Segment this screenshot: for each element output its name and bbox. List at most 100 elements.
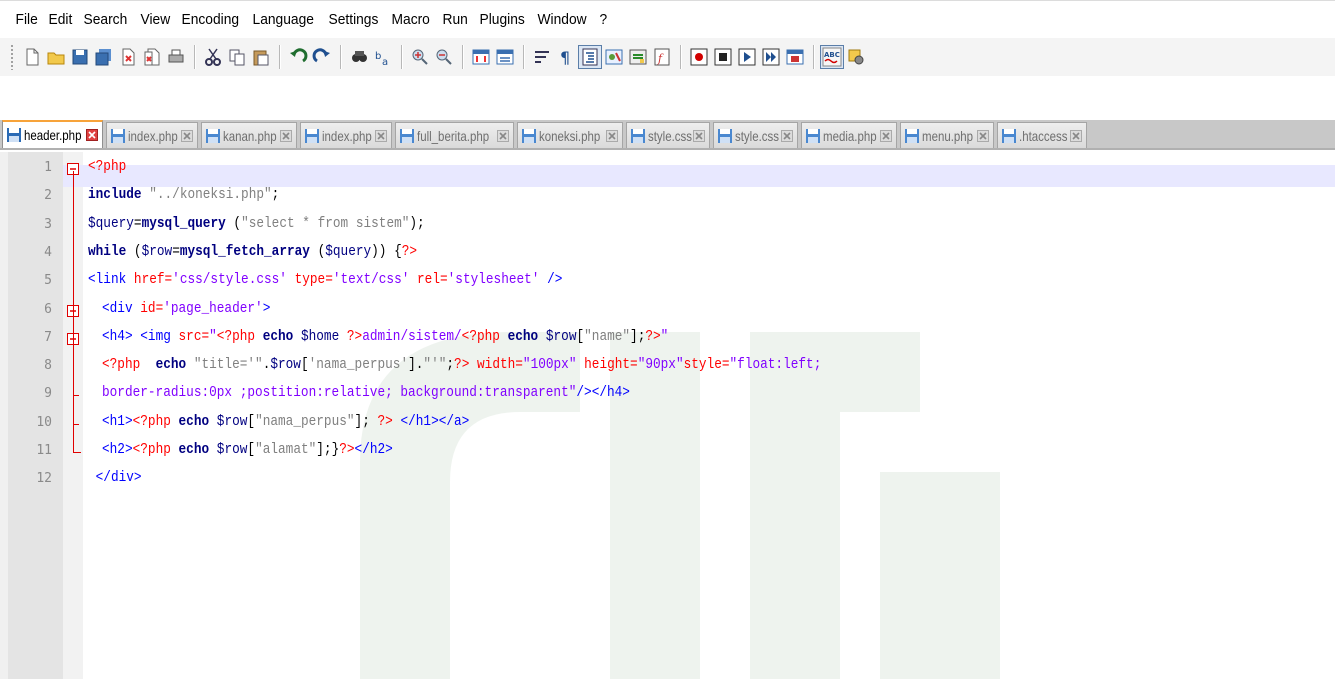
code-line[interactable]: 9 border-radius:0px ;postition:relative; … xyxy=(0,381,1335,409)
tab-media-php[interactable]: media.php xyxy=(800,122,898,148)
code-token: </h1> xyxy=(392,412,439,430)
run-macro-multiple-button[interactable] xyxy=(760,46,782,68)
code-line[interactable]: 11 <h2><?php echo $row["alamat"];}?></h2> xyxy=(0,438,1335,466)
code-line[interactable]: 10 <h1><?php echo $row["nama_perpus"]; ?>… xyxy=(0,410,1335,438)
save-macro-button[interactable] xyxy=(784,46,806,68)
tab-index-php[interactable]: index.php xyxy=(300,122,392,148)
menu-view[interactable]: View xyxy=(135,11,176,28)
code-token: ];} xyxy=(316,441,340,458)
menu-settings[interactable]: Settings xyxy=(323,11,384,28)
function-list-button[interactable]: f xyxy=(651,46,673,68)
save-all-icon xyxy=(95,49,111,66)
paste-button[interactable] xyxy=(250,46,272,68)
toolbar-separator xyxy=(680,45,681,69)
tab-close-icon[interactable] xyxy=(605,129,618,142)
tab-close-icon[interactable] xyxy=(1069,129,1082,142)
menu-plugins[interactable]: Plugins xyxy=(474,11,530,28)
code-token: <h2> xyxy=(102,441,133,458)
replace-button[interactable]: ba xyxy=(372,46,394,68)
tab-index-php[interactable]: index.php xyxy=(106,122,198,148)
document-map-button[interactable] xyxy=(627,46,649,68)
code-line[interactable]: 4 while ($row=mysql_fetch_array ($query))… xyxy=(0,240,1335,268)
tab-full-berita-php[interactable]: full_berita.php xyxy=(394,122,514,148)
tab-close-icon[interactable] xyxy=(976,129,989,142)
close-all-button[interactable] xyxy=(141,46,163,68)
zoom-in-button[interactable] xyxy=(409,46,431,68)
menu-help[interactable]: ? xyxy=(594,11,613,28)
code-line[interactable]: 2 include "../koneksi.php"; xyxy=(0,183,1335,211)
code-token: </h2> xyxy=(354,441,393,458)
tab-close-icon[interactable] xyxy=(496,129,509,142)
save-button[interactable] xyxy=(69,46,91,68)
tab-close-icon[interactable] xyxy=(693,129,706,142)
record-macro-icon xyxy=(690,48,708,66)
playback-macro-button[interactable] xyxy=(736,46,758,68)
code-token: </div> xyxy=(88,469,142,487)
code-token: echo xyxy=(499,327,546,345)
menu-macro[interactable]: Macro xyxy=(386,11,435,28)
spell-check-button[interactable]: ABC xyxy=(820,45,844,69)
undo-button[interactable] xyxy=(287,46,309,68)
tab-menu-php[interactable]: menu.php xyxy=(900,122,994,148)
tab-label: full_berita.php xyxy=(416,127,490,144)
line-number: 4 xyxy=(44,244,52,260)
code-token: "name" xyxy=(584,327,631,345)
line-number: 5 xyxy=(44,273,52,289)
tab-close-icon[interactable] xyxy=(780,129,793,142)
tab-close-icon[interactable] xyxy=(880,129,893,142)
code-line[interactable]: 8 <?php echo "title='".$row['nama_perpus'… xyxy=(0,353,1335,381)
code-line[interactable]: 6 <div id='page_header'> xyxy=(0,297,1335,325)
code-line[interactable]: 5 <link href='css/style.css' type='text/c… xyxy=(0,268,1335,296)
word-wrap-button[interactable] xyxy=(531,46,553,68)
tab-kanan-php[interactable]: kanan.php xyxy=(200,122,298,148)
copy-button[interactable] xyxy=(226,46,248,68)
line-number: 9 xyxy=(44,386,52,402)
close-button[interactable] xyxy=(117,46,139,68)
file-saved-icon xyxy=(630,128,645,143)
record-macro-button[interactable] xyxy=(688,46,710,68)
user-language-button[interactable] xyxy=(603,46,625,68)
spell-check-settings-button[interactable] xyxy=(845,46,867,68)
stop-recording-button[interactable] xyxy=(712,46,734,68)
tab-close-icon[interactable] xyxy=(280,129,293,142)
svg-text:b: b xyxy=(375,51,381,62)
print-button[interactable] xyxy=(165,46,187,68)
toolbar-grip[interactable] xyxy=(10,44,14,70)
sync-horizontal-button[interactable] xyxy=(494,46,516,68)
user-language-icon xyxy=(605,49,623,65)
new-file-button[interactable] xyxy=(21,46,43,68)
toolbar-separator xyxy=(462,45,463,69)
menu-language[interactable]: Language xyxy=(247,11,319,28)
indent-guide-button[interactable] xyxy=(578,45,602,69)
code-line[interactable]: 7 <h4> <img src="<?php echo $home ?>admin… xyxy=(0,325,1335,353)
zoom-out-button[interactable] xyxy=(433,46,455,68)
cut-button[interactable] xyxy=(202,46,224,68)
menu-run[interactable]: Run xyxy=(437,11,473,28)
code-editor[interactable]: 1 <?php 2 include "../koneksi.php"; 3 $query=… xyxy=(0,152,1335,679)
code-line[interactable]: 1 <?php xyxy=(0,155,1335,183)
menu-encoding[interactable]: Encoding xyxy=(176,11,245,28)
open-file-button[interactable] xyxy=(45,46,67,68)
menu-file[interactable]: File xyxy=(10,11,43,28)
menu-search[interactable]: Search xyxy=(78,11,133,28)
tab-style-css[interactable]: style.css xyxy=(625,122,711,148)
sync-vertical-button[interactable] xyxy=(470,46,492,68)
tab-koneksi-php[interactable]: koneksi.php xyxy=(516,122,623,148)
tab-close-icon[interactable] xyxy=(374,129,387,142)
menu-edit[interactable]: Edit xyxy=(43,11,78,28)
find-button[interactable] xyxy=(348,46,370,68)
code-line[interactable]: 12 </div> xyxy=(0,466,1335,494)
code-token: . xyxy=(262,356,271,374)
code-line[interactable]: 3 $query=mysql_query ("select * from sist… xyxy=(0,212,1335,240)
tab-style-css[interactable]: style.css xyxy=(713,122,798,148)
tab-htaccess[interactable]: .htaccess xyxy=(996,122,1087,148)
redo-button[interactable] xyxy=(311,46,333,68)
show-all-characters-button[interactable]: ¶ xyxy=(555,46,577,68)
code-token: = xyxy=(133,214,142,232)
tab-header-php[interactable]: header.php xyxy=(2,120,104,148)
tab-close-icon[interactable] xyxy=(180,129,193,142)
menu-window[interactable]: Window xyxy=(532,11,592,28)
save-all-button[interactable] xyxy=(93,46,115,68)
code-token: " xyxy=(660,327,669,345)
tab-close-icon[interactable] xyxy=(86,129,99,141)
